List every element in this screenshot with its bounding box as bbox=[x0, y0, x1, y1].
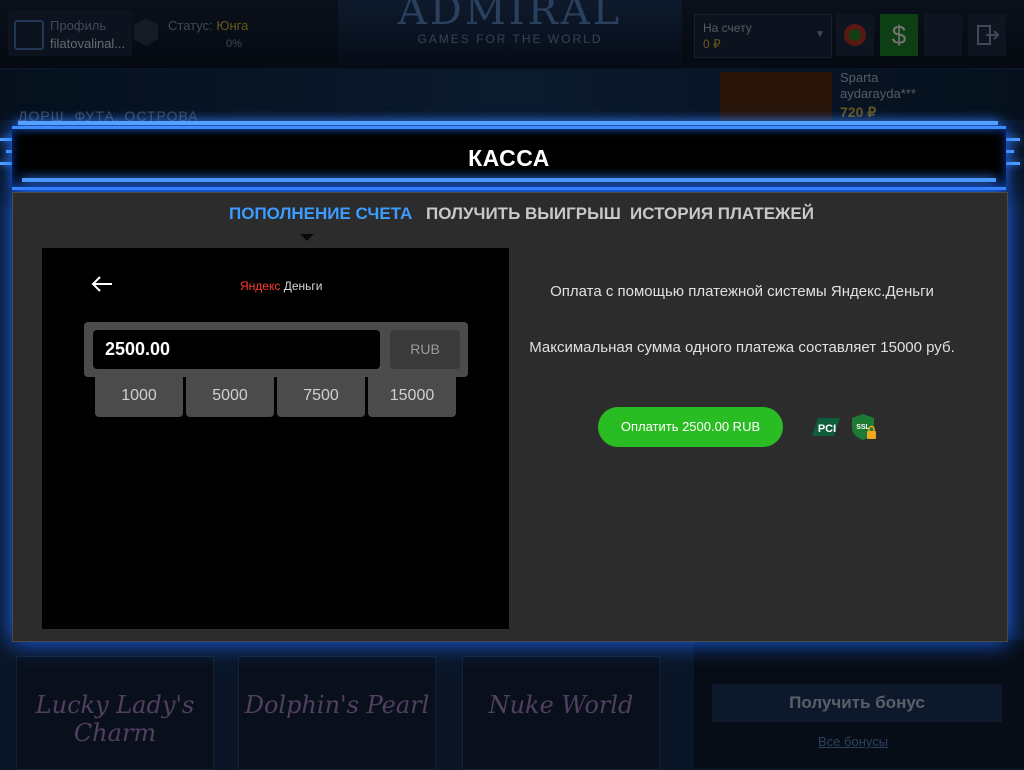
game-tile[interactable]: Dolphin's Pearl bbox=[238, 656, 436, 770]
status-value[interactable]: Юнга bbox=[216, 18, 248, 33]
game-title: Nuke World bbox=[488, 691, 634, 719]
profile-label: Профиль bbox=[50, 18, 107, 33]
payment-form-pane bbox=[42, 248, 509, 629]
admiral-logo[interactable]: ADMIRAL GAMES FOR THE WORLD bbox=[338, 0, 682, 66]
game-title: Dolphin's Pearl bbox=[244, 691, 430, 719]
top-bar: Профиль filatovalinal... Статус: Юнга 0%… bbox=[0, 0, 1024, 68]
wheel-button[interactable] bbox=[836, 14, 874, 56]
logo-subtitle: GAMES FOR THE WORLD bbox=[417, 32, 603, 46]
account-label: На счету bbox=[703, 21, 752, 35]
game-title: Lucky Lady's Charm bbox=[35, 691, 195, 747]
profile-name: filatovalinal... bbox=[50, 36, 126, 51]
account-balance[interactable]: На счету 0 ₽ ▼ bbox=[694, 14, 832, 58]
promo-amount: 720 ₽ bbox=[840, 104, 877, 120]
max-payment-info: Максимальная сумма одного платежа состав… bbox=[529, 339, 955, 356]
promo-user: aydarayda*** bbox=[840, 86, 916, 101]
modal-title: КАССА bbox=[468, 145, 550, 171]
preset-amount-button[interactable]: 7500 bbox=[277, 377, 365, 417]
pci-icon: PCI bbox=[810, 416, 842, 438]
status-progress: 0% bbox=[226, 38, 242, 50]
logo-part-money: Деньги bbox=[280, 279, 323, 293]
avatar bbox=[14, 20, 44, 50]
tab-history[interactable]: ИСТОРИЯ ПЛАТЕЖЕЙ bbox=[630, 204, 814, 224]
wheel-icon bbox=[844, 24, 866, 46]
preset-amount-button[interactable]: 1000 bbox=[95, 377, 183, 417]
pci-badge: PCI bbox=[812, 418, 840, 436]
status-text: Статус: Юнга bbox=[168, 18, 248, 33]
currency-button[interactable]: RUB bbox=[390, 330, 460, 369]
account-value: 0 ₽ bbox=[703, 37, 721, 51]
active-tab-pointer bbox=[300, 234, 314, 241]
promo-game-name: Sparta bbox=[840, 70, 879, 85]
all-bonuses-link[interactable]: Все бонусы bbox=[818, 734, 888, 749]
menu-button[interactable] bbox=[924, 14, 962, 56]
pay-button[interactable]: Оплатить 2500.00 RUB bbox=[598, 407, 783, 447]
preset-amount-button[interactable]: 5000 bbox=[186, 377, 274, 417]
amount-input[interactable] bbox=[93, 330, 380, 369]
logout-icon bbox=[977, 25, 1000, 45]
ssl-icon: SSL bbox=[850, 413, 878, 441]
logo-part-yandex: Яндекс bbox=[240, 279, 281, 293]
tab-deposit[interactable]: ПОПОЛНЕНИЕ СЧЕТА bbox=[229, 204, 412, 224]
back-button[interactable] bbox=[90, 274, 114, 299]
ssl-shield: SSL bbox=[852, 414, 876, 440]
deposit-button[interactable]: $ bbox=[880, 14, 918, 56]
sparta-thumbnail[interactable] bbox=[720, 72, 832, 124]
tab-withdraw[interactable]: ПОЛУЧИТЬ ВЫИГРЫШ bbox=[426, 204, 621, 224]
rank-badge-icon bbox=[134, 18, 158, 46]
dollar-icon: $ bbox=[891, 20, 907, 50]
chevron-down-icon: ▼ bbox=[815, 29, 825, 40]
yandex-money-logo: Яндекс Деньги bbox=[240, 279, 322, 293]
arrow-left-icon bbox=[91, 276, 112, 292]
logout-button[interactable] bbox=[968, 14, 1006, 56]
status-label: Статус: bbox=[168, 18, 213, 33]
payment-system-info: Оплата с помощью платежной системы Яндек… bbox=[550, 283, 934, 300]
profile-block[interactable]: Профиль filatovalinal... bbox=[8, 10, 132, 56]
cashier-tabs: ПОПОЛНЕНИЕ СЧЕТА ПОЛУЧИТЬ ВЫИГРЫШ ИСТОРИ… bbox=[0, 204, 1024, 226]
game-tile[interactable]: Nuke World bbox=[462, 656, 660, 770]
logo-title: ADMIRAL bbox=[397, 0, 623, 34]
glow-line bbox=[18, 121, 998, 125]
glow-line bbox=[22, 178, 996, 182]
preset-amount-button[interactable]: 15000 bbox=[368, 377, 456, 417]
pci-label: PCI bbox=[818, 423, 836, 435]
game-tile[interactable]: Lucky Lady's Charm bbox=[16, 656, 214, 770]
get-bonus-button[interactable]: Получить бонус bbox=[712, 684, 1002, 722]
